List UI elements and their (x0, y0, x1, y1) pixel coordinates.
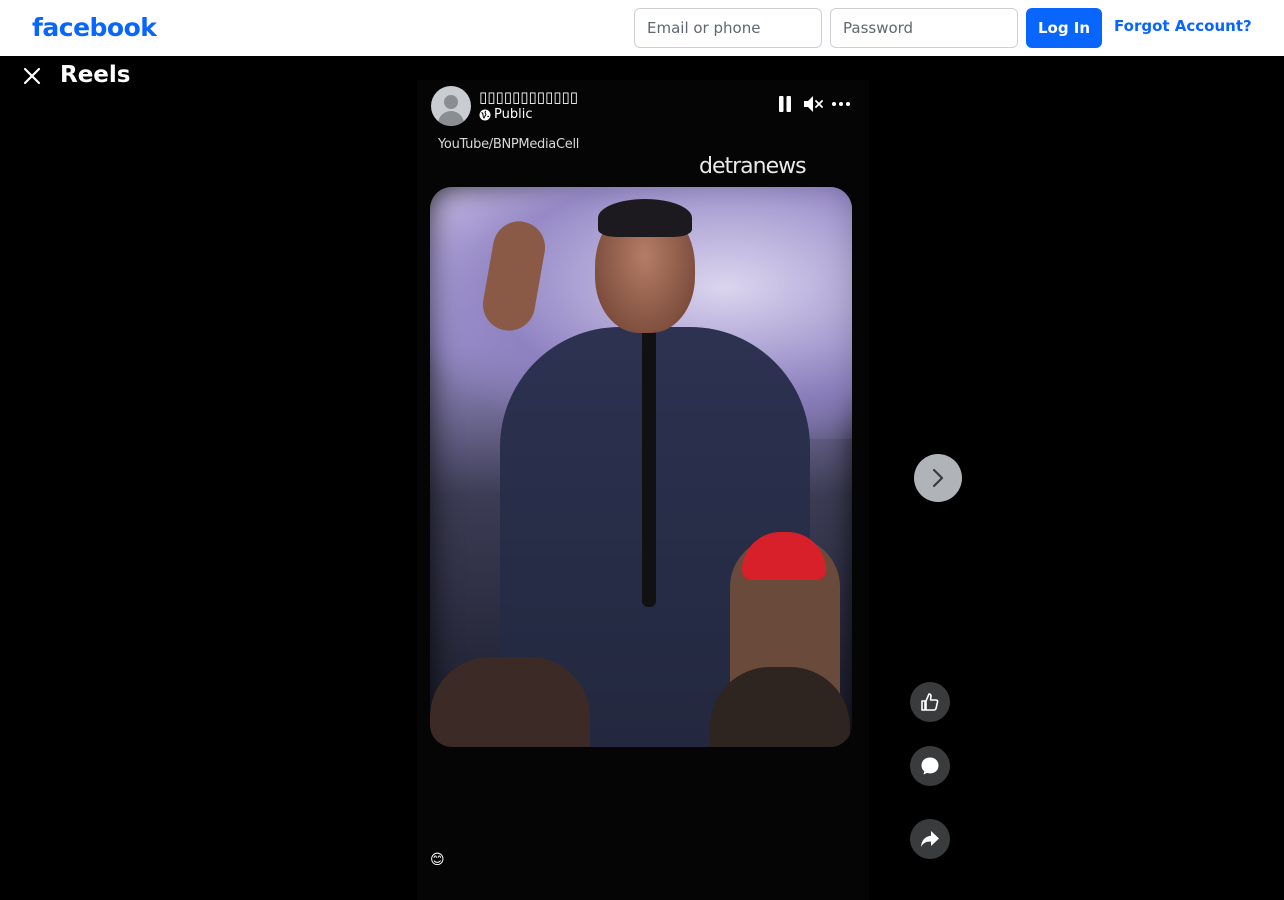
facebook-logo[interactable]: facebook (32, 12, 157, 44)
more-icon (832, 102, 850, 106)
email-input[interactable] (634, 8, 822, 48)
like-button[interactable] (910, 682, 950, 722)
speaker-hair (598, 199, 692, 237)
globe-icon (479, 109, 491, 121)
video-watermark-brand: detranews (699, 154, 807, 179)
thumbs-up-icon (921, 693, 939, 711)
microphone-stand (642, 307, 656, 607)
share-icon (921, 831, 939, 847)
chevron-right-icon (932, 468, 944, 488)
page-title: Reels (60, 62, 131, 88)
reel-caption: 😊 (430, 852, 445, 868)
comment-button[interactable] (910, 746, 950, 786)
share-button[interactable] (910, 819, 950, 859)
pause-icon (779, 96, 791, 112)
close-icon (23, 67, 41, 85)
avatar-head (444, 95, 458, 109)
password-input[interactable] (830, 8, 1018, 48)
next-reel-button[interactable] (914, 454, 962, 502)
reel-video[interactable]: YouTube/BNPMediaCell detranews (417, 80, 869, 900)
mute-icon (804, 96, 823, 112)
privacy-label: Public (494, 107, 533, 122)
mute-button[interactable] (803, 94, 823, 114)
top-navbar: facebook Log In Forgot Account? (0, 0, 1284, 56)
privacy-indicator: Public (479, 107, 532, 123)
crowd-person (430, 657, 590, 747)
login-button[interactable]: Log In (1026, 8, 1102, 48)
comment-icon (921, 757, 939, 775)
pause-button[interactable] (775, 94, 795, 114)
close-button[interactable] (20, 64, 44, 88)
avatar-shoulders (438, 111, 464, 126)
forgot-account-link[interactable]: Forgot Account? (1114, 16, 1252, 36)
video-watermark-source: YouTube/BNPMediaCell (438, 137, 580, 152)
video-frame (430, 187, 852, 747)
more-options-button[interactable] (831, 94, 851, 114)
avatar[interactable] (431, 86, 471, 126)
author-name[interactable]: ▯▯▯▯▯▯▯▯▯▯▯▯ (479, 87, 578, 107)
